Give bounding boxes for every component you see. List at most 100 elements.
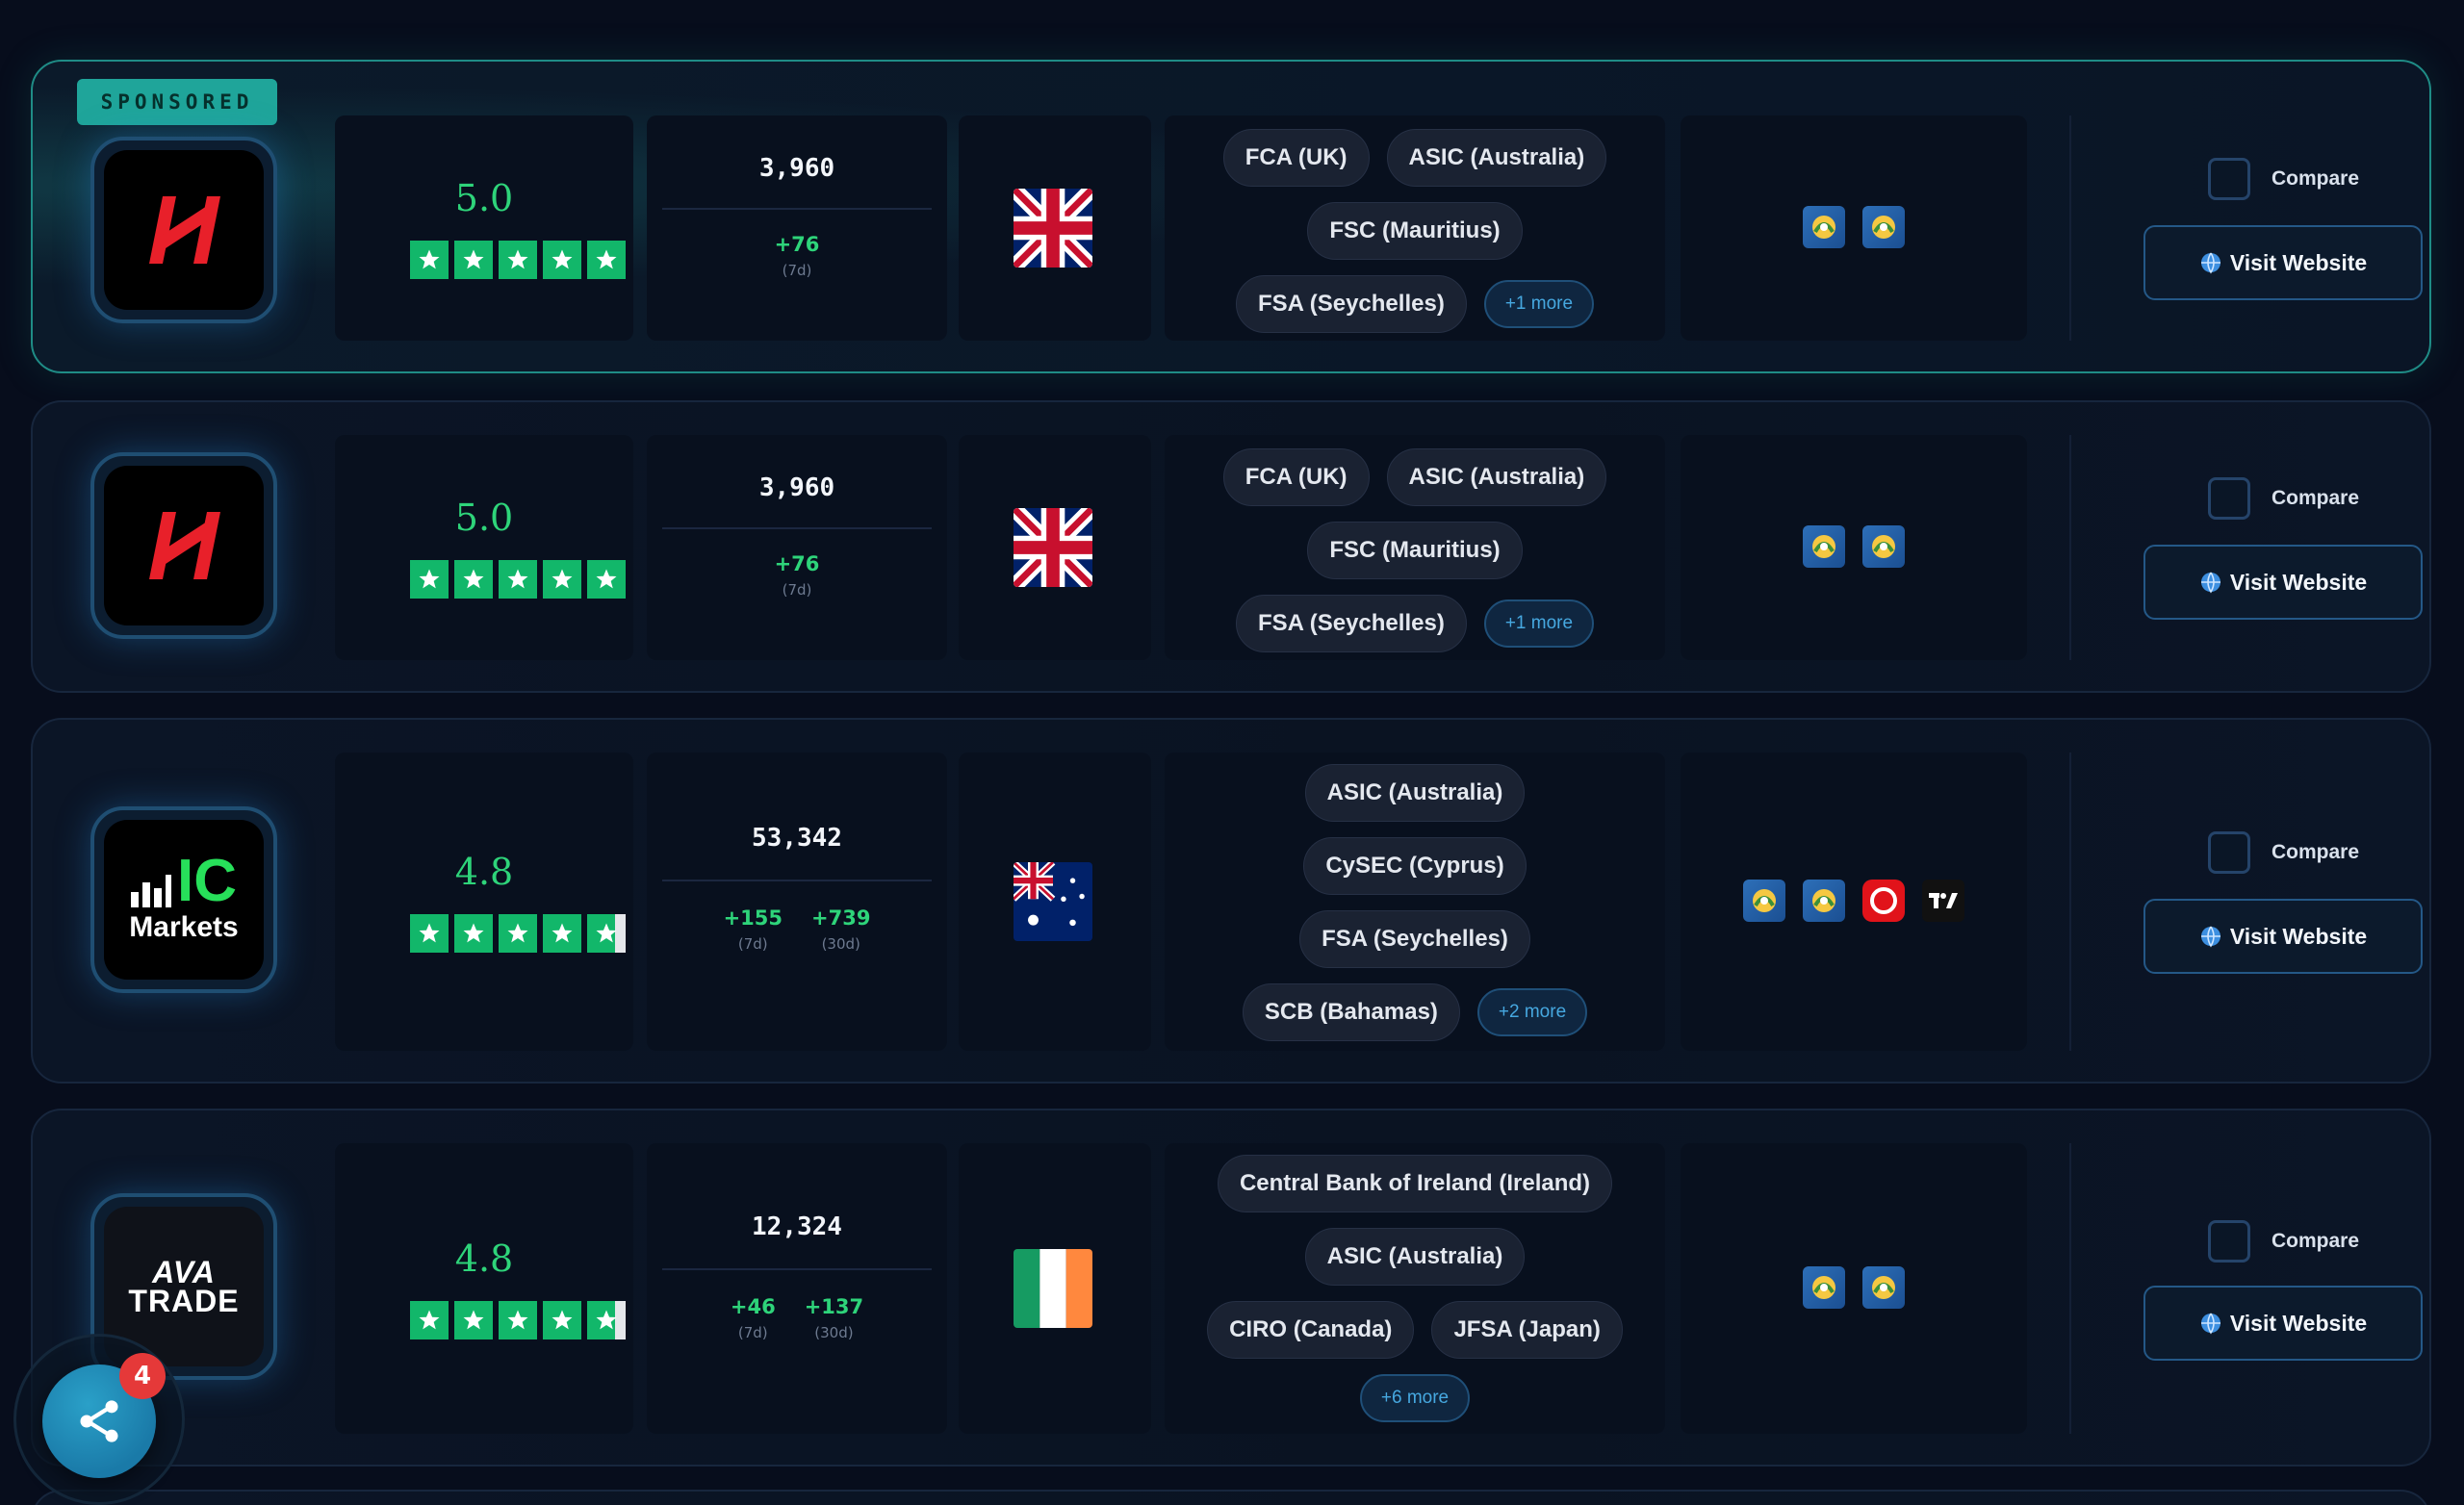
visit-website-button[interactable]: Visit Website: [2143, 899, 2423, 974]
regulator-chip[interactable]: ASIC (Australia): [1304, 1228, 1526, 1286]
delta-value: +46: [730, 1295, 776, 1318]
star-icon: [410, 560, 449, 599]
compare-checkbox[interactable]: [2208, 1220, 2250, 1263]
regulator-chip[interactable]: JFSA (Japan): [1431, 1301, 1623, 1359]
compare-checkbox[interactable]: [2208, 158, 2250, 200]
delta-value: +155: [723, 906, 783, 930]
client-deltas: +46 (7d) +137 (30d): [647, 1295, 947, 1341]
mt5-icon: [1862, 525, 1905, 568]
divider: [2069, 115, 2071, 341]
star-icon: [543, 241, 581, 279]
regulator-chip[interactable]: CIRO (Canada): [1207, 1301, 1415, 1359]
regulators-cell: Central Bank of Ireland (Ireland) ASIC (…: [1165, 1143, 1665, 1434]
divider: [2069, 435, 2071, 660]
clients-total: 3,960: [758, 473, 835, 502]
star-icon: [543, 560, 581, 599]
clients-cell: 53,342 +155 (7d) +739 (30d): [647, 752, 947, 1051]
more-regulators-button[interactable]: +1 more: [1483, 280, 1595, 328]
regulator-chip[interactable]: ASIC (Australia): [1304, 764, 1526, 822]
regulator-chip[interactable]: FSC (Mauritius): [1307, 202, 1523, 260]
compare-toggle[interactable]: Compare: [2208, 158, 2359, 200]
compare-checkbox[interactable]: [2208, 831, 2250, 874]
regulators-cell: ASIC (Australia) CySEC (Cyprus) FSA (Sey…: [1165, 752, 1665, 1051]
delta-value: +76: [774, 233, 820, 256]
regulator-chip[interactable]: CySEC (Cyprus): [1303, 837, 1527, 895]
regulator-chip[interactable]: FCA (UK): [1222, 129, 1370, 187]
visit-website-button[interactable]: Visit Website: [2143, 225, 2423, 300]
compare-checkbox[interactable]: [2208, 477, 2250, 520]
mt4-icon: [1803, 525, 1845, 568]
mt5-icon: [1803, 880, 1845, 922]
platforms-cell: [1681, 752, 2027, 1051]
client-deltas: +155 (7d) +739 (30d): [647, 906, 947, 953]
platforms-cell: [1681, 115, 2027, 341]
compare-toggle[interactable]: Compare: [2208, 477, 2359, 520]
flag-cell: [959, 752, 1151, 1051]
star-icon: [587, 241, 626, 279]
platform-list: [1681, 880, 2027, 922]
broker-card: 5.0 3,960 +76 (7d) FCA (UK) ASIC (Austra…: [31, 400, 2431, 693]
star-icon: [410, 241, 449, 279]
star-icon: [499, 1301, 537, 1339]
broker-logo[interactable]: [90, 137, 277, 323]
ic-markets-logo-markets: Markets: [129, 911, 239, 943]
compare-toggle[interactable]: Compare: [2208, 1220, 2359, 1263]
flag-cell: [959, 435, 1151, 660]
bars-icon: [131, 875, 171, 907]
rating-stars: [410, 560, 626, 599]
star-icon: [410, 914, 449, 953]
regulator-chip[interactable]: FSA (Seychelles): [1235, 595, 1467, 652]
compare-label: Compare: [2272, 167, 2360, 190]
divider: [662, 527, 932, 529]
regulator-chip[interactable]: FSC (Mauritius): [1307, 522, 1523, 579]
platforms-cell: [1681, 435, 2027, 660]
visit-website-button[interactable]: Visit Website: [2143, 1286, 2423, 1361]
sponsored-badge: SPONSORED: [77, 79, 277, 125]
delta-7d: +155 (7d): [724, 906, 783, 953]
star-icon: [454, 241, 493, 279]
broker-card: IC Markets 4.8 53,342 +155 (7d) +739 (30…: [31, 718, 2431, 1084]
uk-flag: [1014, 508, 1092, 587]
visit-website-label: Visit Website: [2229, 569, 2368, 595]
delta-30d: +739 (30d): [811, 906, 870, 953]
star-icon: [454, 560, 493, 599]
star-icon: [410, 1301, 449, 1339]
compare-toggle[interactable]: Compare: [2208, 831, 2359, 874]
clients-total: 53,342: [752, 824, 842, 853]
regulator-list: ASIC (Australia) CySEC (Cyprus) FSA (Sey…: [1165, 764, 1665, 1041]
more-regulators-button[interactable]: +6 more: [1359, 1374, 1471, 1422]
regulator-list: FCA (UK) ASIC (Australia) FSC (Mauritius)…: [1165, 448, 1665, 652]
regulator-chip[interactable]: FSA (Seychelles): [1235, 275, 1467, 333]
mexem-icon: [104, 466, 264, 625]
divider: [662, 1268, 932, 1270]
broker-logo[interactable]: IC Markets: [90, 806, 277, 993]
regulator-chip[interactable]: Central Bank of Ireland (Ireland): [1217, 1155, 1613, 1212]
compare-label: Compare: [2272, 1230, 2360, 1252]
regulator-chip[interactable]: ASIC (Australia): [1386, 448, 1607, 506]
broker-logo[interactable]: [90, 452, 277, 639]
star-half-icon: [587, 1301, 626, 1339]
regulators-cell: FCA (UK) ASIC (Australia) FSC (Mauritius)…: [1165, 115, 1665, 341]
delta-value: +76: [774, 552, 820, 575]
visit-website-button[interactable]: Visit Website: [2143, 545, 2423, 620]
star-icon: [587, 560, 626, 599]
regulator-chip[interactable]: ASIC (Australia): [1386, 129, 1607, 187]
rating-stars: [410, 1301, 626, 1339]
star-icon: [543, 1301, 581, 1339]
globe-icon: [2200, 572, 2220, 594]
rating-cell: 5.0: [335, 115, 633, 341]
regulator-chip[interactable]: FCA (UK): [1222, 448, 1370, 506]
regulator-chip[interactable]: FSA (Seychelles): [1299, 910, 1530, 968]
star-icon: [499, 914, 537, 953]
ctrader-icon: [1862, 880, 1905, 922]
more-regulators-button[interactable]: +1 more: [1483, 599, 1595, 648]
more-regulators-button[interactable]: +2 more: [1476, 988, 1588, 1036]
divider: [2069, 752, 2071, 1051]
regulator-chip[interactable]: SCB (Bahamas): [1242, 983, 1460, 1041]
avatrade-logo-ava: AVA: [152, 1255, 216, 1289]
delta-label: (30d): [821, 935, 860, 953]
regulator-list: Central Bank of Ireland (Ireland) ASIC (…: [1165, 1155, 1665, 1422]
delta-label: (7d): [782, 262, 812, 279]
regulator-list: FCA (UK) ASIC (Australia) FSC (Mauritius)…: [1165, 129, 1665, 333]
client-deltas: +76 (7d): [647, 233, 947, 279]
